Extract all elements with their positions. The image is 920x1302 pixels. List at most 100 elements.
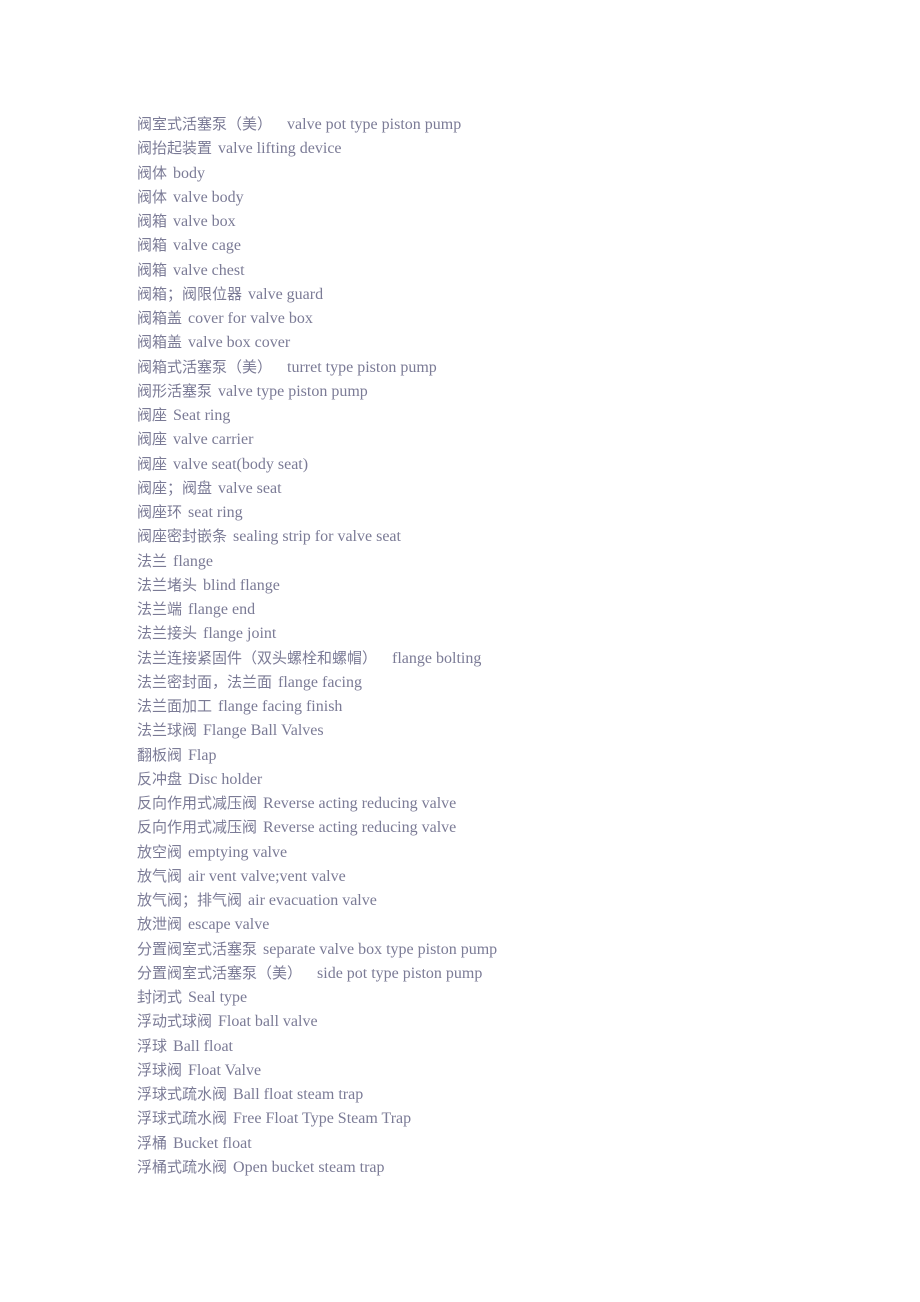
entry-term-chinese: 阀座密封嵌条 xyxy=(137,527,228,546)
entry-term-chinese: 阀座环 xyxy=(137,503,183,521)
glossary-entry: 阀体 body xyxy=(137,161,877,185)
entry-gloss-english: Open bucket steam trap xyxy=(233,1158,385,1176)
entry-gloss-english: turret type piston pump xyxy=(287,358,437,376)
entry-gloss-english: valve guard xyxy=(248,285,324,303)
glossary-entry: 法兰 flange xyxy=(137,549,877,573)
glossary-entry: 反冲盘 Disc holder xyxy=(137,767,877,791)
entry-term-chinese: 浮动式球阀 xyxy=(137,1012,213,1031)
entry-gloss-english: valve seat xyxy=(218,479,282,497)
entry-gloss-english: valve pot type piston pump xyxy=(287,116,462,133)
entry-gloss-english: separate valve box type piston pump xyxy=(263,940,498,958)
entry-gloss-english: Float ball valve xyxy=(218,1013,318,1031)
entry-gloss-english: Bucket float xyxy=(173,1134,252,1152)
glossary-entry: 分置阀室式活塞泵 separate valve box type piston p… xyxy=(137,937,877,961)
glossary-entry: 阀箱式活塞泵（美） turret type piston pump xyxy=(137,355,877,379)
entry-term-chinese: 阀箱盖 xyxy=(137,333,183,352)
entry-gloss-english: valve body xyxy=(173,188,244,206)
glossary-entry: 放泄阀 escape valve xyxy=(137,912,877,936)
entry-term-chinese: 法兰 xyxy=(137,551,168,570)
glossary-entry: 阀室式活塞泵（美） valve pot type piston pump xyxy=(137,112,877,136)
glossary-entry: 阀箱 valve box xyxy=(137,209,877,233)
entry-gloss-english: flange facing xyxy=(278,673,362,691)
glossary-entry: 封闭式 Seal type xyxy=(137,985,877,1009)
entry-term-chinese: 反向作用式减压阀 xyxy=(137,794,258,812)
entry-gloss-english: Seat ring xyxy=(173,407,231,424)
entry-gloss-english: seat ring xyxy=(188,504,243,521)
entry-gloss-english: valve lifting device xyxy=(218,140,342,158)
entry-gloss-english: Ball float steam trap xyxy=(233,1086,364,1103)
entry-term-chinese: 法兰端 xyxy=(137,600,183,618)
entry-term-chinese: 阀箱 xyxy=(137,236,168,255)
glossary-entry: 反向作用式减压阀 Reverse acting reducing valve xyxy=(137,791,877,815)
glossary-entry: 法兰接头 flange joint xyxy=(137,621,877,645)
entry-term-chinese: 阀室式活塞泵（美） xyxy=(137,115,273,133)
glossary-entry: 阀座；阀盘 valve seat xyxy=(137,476,877,500)
entry-gloss-english: valve box xyxy=(173,213,236,230)
document-page: 阀室式活塞泵（美） valve pot type piston pump 阀抬起装置… xyxy=(0,0,920,1302)
entry-term-chinese: 阀座；阀盘 xyxy=(137,478,213,497)
entry-gloss-english: body xyxy=(173,164,206,182)
entry-gloss-english: flange facing finish xyxy=(218,698,343,715)
entry-gloss-english: Disc holder xyxy=(188,770,263,788)
entry-gloss-english: Seal type xyxy=(188,989,248,1006)
glossary-entry: 阀座环 seat ring xyxy=(137,500,877,524)
entry-gloss-english: flange end xyxy=(188,601,256,618)
glossary-entry: 阀座 valve seat(body seat) xyxy=(137,452,877,476)
glossary-entry: 法兰端 flange end xyxy=(137,597,877,621)
entry-term-chinese: 放气阀 xyxy=(137,866,183,885)
entry-term-chinese: 法兰面加工 xyxy=(137,697,213,715)
glossary-entry: 阀体 valve body xyxy=(137,185,877,209)
glossary-entry: 阀形活塞泵 valve type piston pump xyxy=(137,379,877,403)
entry-gloss-english: escape valve xyxy=(188,916,270,934)
entry-gloss-english: Free Float Type Steam Trap xyxy=(233,1110,412,1128)
entry-term-chinese: 封闭式 xyxy=(137,988,183,1006)
glossary-entry: 法兰堵头 blind flange xyxy=(137,573,877,597)
entry-term-chinese: 阀体 xyxy=(137,187,168,206)
glossary-entry-list: 阀室式活塞泵（美） valve pot type piston pump 阀抬起装置… xyxy=(137,112,877,1179)
entry-gloss-english: valve chest xyxy=(173,261,245,279)
entry-gloss-english: valve type piston pump xyxy=(218,382,368,400)
glossary-entry: 浮球阀 Float Valve xyxy=(137,1058,877,1082)
entry-gloss-english: valve carrier xyxy=(173,431,254,449)
entry-gloss-english: side pot type piston pump xyxy=(317,964,483,982)
entry-term-chinese: 阀箱 xyxy=(137,212,168,230)
entry-term-chinese: 反向作用式减压阀 xyxy=(137,818,258,837)
entry-term-chinese: 放空阀 xyxy=(137,842,183,861)
entry-gloss-english: valve cage xyxy=(173,237,241,255)
entry-gloss-english: Ball float xyxy=(173,1037,233,1055)
glossary-entry: 法兰面加工 flange facing finish xyxy=(137,694,877,718)
glossary-entry: 分置阀室式活塞泵（美） side pot type piston pump xyxy=(137,961,877,985)
entry-term-chinese: 浮球 xyxy=(137,1036,168,1055)
entry-gloss-english: cover for valve box xyxy=(188,310,313,327)
glossary-entry: 浮球式疏水阀 Ball float steam trap xyxy=(137,1082,877,1106)
entry-term-chinese: 浮球式疏水阀 xyxy=(137,1109,228,1128)
entry-gloss-english: sealing strip for valve seat xyxy=(233,528,401,546)
entry-term-chinese: 翻板阀 xyxy=(137,745,183,764)
entry-term-chinese: 法兰接头 xyxy=(137,624,198,643)
entry-gloss-english: Flange Ball Valves xyxy=(203,722,324,740)
glossary-entry: 阀箱 valve cage xyxy=(137,233,877,257)
entry-gloss-english: valve box cover xyxy=(188,334,291,352)
glossary-entry: 浮球式疏水阀 Free Float Type Steam Trap xyxy=(137,1106,877,1130)
entry-term-chinese: 放气阀；排气阀 xyxy=(137,891,243,909)
entry-gloss-english: Reverse acting reducing valve xyxy=(263,819,457,837)
glossary-entry: 阀箱盖 cover for valve box xyxy=(137,306,877,330)
glossary-entry: 阀箱 valve chest xyxy=(137,258,877,282)
glossary-entry: 反向作用式减压阀 Reverse acting reducing valve xyxy=(137,815,877,839)
entry-term-chinese: 阀抬起装置 xyxy=(137,139,213,158)
glossary-entry: 浮桶 Bucket float xyxy=(137,1131,877,1155)
entry-term-chinese: 阀箱盖 xyxy=(137,309,183,327)
glossary-entry: 阀座密封嵌条 sealing strip for valve seat xyxy=(137,524,877,548)
glossary-entry: 浮桶式疏水阀 Open bucket steam trap xyxy=(137,1155,877,1179)
glossary-entry: 放空阀 emptying valve xyxy=(137,840,877,864)
entry-gloss-english: Flap xyxy=(188,746,217,764)
entry-term-chinese: 法兰堵头 xyxy=(137,575,198,594)
entry-gloss-english: Reverse acting reducing valve xyxy=(263,795,457,812)
entry-term-chinese: 浮桶 xyxy=(137,1133,168,1152)
entry-gloss-english: air vent valve;vent valve xyxy=(188,867,346,885)
entry-term-chinese: 阀箱 xyxy=(137,260,168,279)
entry-term-chinese: 阀座 xyxy=(137,430,168,449)
entry-term-chinese: 阀箱式活塞泵（美） xyxy=(137,357,273,376)
entry-gloss-english: flange joint xyxy=(203,625,277,643)
entry-term-chinese: 阀形活塞泵 xyxy=(137,381,213,400)
